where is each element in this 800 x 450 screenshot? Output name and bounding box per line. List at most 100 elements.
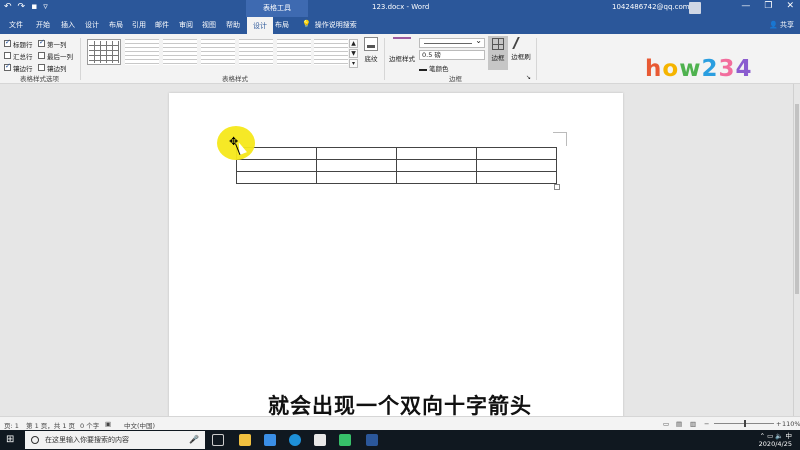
search-icon bbox=[31, 436, 39, 444]
table-style-grid[interactable] bbox=[87, 39, 121, 65]
status-page-count[interactable]: 第 1 页，共 1 页 bbox=[26, 420, 75, 430]
share-button[interactable]: 👤 共享 bbox=[769, 20, 794, 30]
shading-button[interactable]: 底纹 bbox=[362, 37, 380, 63]
dialog-launcher-icon[interactable]: ↘ bbox=[526, 74, 531, 81]
edge-browser-icon[interactable] bbox=[289, 434, 301, 446]
line-style-dropdown[interactable] bbox=[419, 36, 485, 48]
avatar[interactable] bbox=[689, 2, 701, 14]
table-tools-context-title: 表格工具 bbox=[246, 0, 308, 17]
print-layout-icon[interactable]: ▥ bbox=[690, 420, 696, 428]
word-window: ↶ ↷ ▪ ▿ 表格工具 123.docx - Word 1042486742@… bbox=[0, 0, 800, 450]
option-first-column[interactable]: 第一列 bbox=[38, 38, 67, 49]
undo-icon[interactable]: ↶ bbox=[4, 2, 12, 12]
option-label: 最后一列 bbox=[47, 52, 73, 61]
table-cell[interactable] bbox=[476, 159, 557, 172]
table-style-5[interactable] bbox=[239, 39, 273, 65]
line-weight-dropdown[interactable]: 0.5 磅 bbox=[419, 50, 485, 60]
table-cell[interactable] bbox=[236, 159, 317, 172]
chevron-up-icon[interactable]: ▲ bbox=[349, 39, 358, 48]
tray-date[interactable]: 2020/4/25 bbox=[759, 440, 792, 448]
store-icon[interactable] bbox=[314, 434, 326, 446]
status-language[interactable]: 中文(中国) bbox=[124, 420, 155, 430]
tab-layout[interactable]: 布局 bbox=[109, 20, 123, 30]
tell-me-search[interactable]: 💡 操作说明搜索 bbox=[302, 20, 357, 30]
focus-icon[interactable]: ▭ bbox=[663, 420, 669, 428]
proofing-icon[interactable]: ▣ bbox=[105, 420, 111, 428]
table-style-6[interactable] bbox=[277, 39, 311, 65]
tab-view[interactable]: 视图 bbox=[202, 20, 216, 30]
table-cell[interactable] bbox=[316, 171, 397, 184]
search-placeholder: 在这里输入你要搜索的内容 bbox=[45, 436, 129, 444]
mail-icon[interactable] bbox=[264, 434, 276, 446]
redo-icon[interactable]: ↷ bbox=[18, 2, 26, 12]
zoom-slider[interactable] bbox=[714, 420, 774, 427]
windows-taskbar: ⊞ 在这里输入你要搜索的内容 🎤 ⌃ ▭ 🔈 中 2020/4/25 bbox=[0, 430, 800, 450]
close-button[interactable]: ✕ bbox=[786, 1, 794, 11]
file-explorer-icon[interactable] bbox=[239, 434, 251, 446]
windows-start-icon[interactable]: ⊞ bbox=[6, 434, 14, 445]
table-style-2[interactable] bbox=[125, 39, 159, 65]
table-cell[interactable] bbox=[316, 147, 397, 160]
taskbar-search-input[interactable]: 在这里输入你要搜索的内容 🎤 bbox=[25, 431, 205, 449]
more-styles-icon[interactable]: ▾ bbox=[349, 59, 358, 68]
table-cell[interactable] bbox=[396, 147, 477, 160]
save-icon[interactable]: ▪ bbox=[31, 2, 37, 12]
read-mode-icon[interactable]: ▤ bbox=[676, 420, 682, 428]
account-email[interactable]: 1042486742@qq.com bbox=[612, 3, 690, 11]
table-cell[interactable] bbox=[476, 171, 557, 184]
option-header-row[interactable]: 标题行 bbox=[4, 38, 33, 49]
tab-design[interactable]: 设计 bbox=[85, 20, 99, 30]
option-label: 第一列 bbox=[47, 40, 67, 49]
status-word-count[interactable]: 0 个字 bbox=[80, 420, 99, 430]
microphone-icon[interactable]: 🎤 bbox=[189, 431, 199, 449]
table-cell[interactable] bbox=[476, 147, 557, 160]
media-player-icon[interactable] bbox=[339, 434, 351, 446]
table-resize-handle[interactable] bbox=[554, 184, 560, 190]
tab-references[interactable]: 引用 bbox=[132, 20, 146, 30]
table-style-3[interactable] bbox=[163, 39, 197, 65]
option-banded-columns[interactable]: 镶边列 bbox=[38, 62, 67, 73]
tab-insert[interactable]: 插入 bbox=[61, 20, 75, 30]
tab-review[interactable]: 审阅 bbox=[179, 20, 193, 30]
title-bar: ↶ ↷ ▪ ▿ 表格工具 123.docx - Word 1042486742@… bbox=[0, 0, 800, 17]
task-view-icon[interactable] bbox=[212, 434, 224, 446]
border-painter-button[interactable]: 边框刷 bbox=[510, 37, 532, 61]
table-cell[interactable] bbox=[396, 171, 477, 184]
table-cell[interactable] bbox=[316, 159, 397, 172]
tab-home[interactable]: 开始 bbox=[36, 20, 50, 30]
document-title: 123.docx - Word bbox=[372, 3, 430, 11]
tab-table-design[interactable]: 设计 bbox=[247, 17, 273, 34]
checkbox-icon bbox=[38, 64, 45, 71]
option-banded-rows[interactable]: 镶边行 bbox=[4, 62, 33, 73]
option-last-column[interactable]: 最后一列 bbox=[38, 50, 73, 61]
chevron-down-icon[interactable]: ▼ bbox=[349, 49, 358, 58]
minimize-button[interactable]: — bbox=[741, 1, 750, 11]
vertical-scrollbar[interactable] bbox=[793, 84, 800, 416]
border-styles-button[interactable]: 边框样式 bbox=[388, 37, 416, 63]
option-label: 汇总行 bbox=[13, 52, 33, 61]
word-app-icon[interactable] bbox=[366, 434, 378, 446]
table-cell[interactable] bbox=[236, 171, 317, 184]
word-table[interactable] bbox=[236, 147, 557, 184]
table-cell[interactable] bbox=[396, 159, 477, 172]
option-label: 镶边行 bbox=[13, 64, 33, 73]
status-page[interactable]: 页: 1 bbox=[4, 420, 19, 430]
tab-mailings[interactable]: 邮件 bbox=[155, 20, 169, 30]
scrollbar-thumb[interactable] bbox=[795, 104, 799, 294]
zoom-in-icon[interactable]: + bbox=[776, 420, 781, 428]
borders-button[interactable]: 边框 bbox=[488, 36, 508, 70]
option-total-row[interactable]: 汇总行 bbox=[4, 50, 33, 61]
tab-table-layout[interactable]: 布局 bbox=[275, 20, 289, 30]
table-style-7[interactable] bbox=[314, 39, 348, 65]
watermark-logo: how234 bbox=[645, 56, 753, 82]
tab-file[interactable]: 文件 bbox=[9, 20, 23, 30]
tray-icons[interactable]: ⌃ ▭ 🔈 中 bbox=[759, 432, 792, 440]
zoom-level[interactable]: 110% bbox=[782, 420, 800, 428]
table-style-4[interactable] bbox=[201, 39, 235, 65]
customize-qat-icon[interactable]: ▿ bbox=[43, 2, 48, 12]
zoom-out-icon[interactable]: − bbox=[704, 420, 709, 428]
pen-color-button[interactable]: 笔颜色 bbox=[419, 63, 449, 73]
restore-button[interactable]: ❐ bbox=[764, 1, 772, 11]
border-styles-label: 边框样式 bbox=[389, 55, 415, 63]
tab-help[interactable]: 帮助 bbox=[226, 20, 240, 30]
